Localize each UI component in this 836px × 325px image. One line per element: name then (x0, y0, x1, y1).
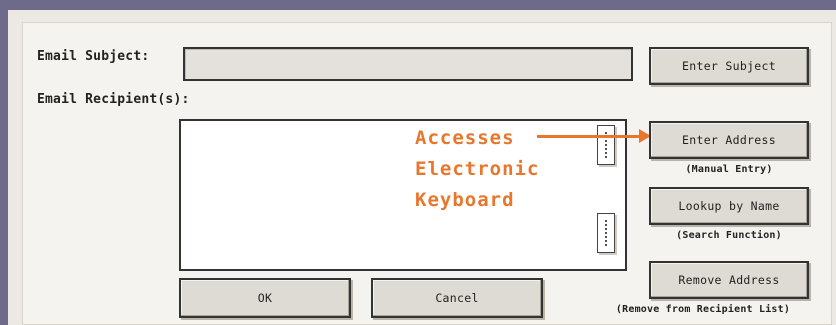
enter-address-button[interactable]: Enter Address (649, 121, 809, 159)
enter-subject-button[interactable]: Enter Subject (649, 47, 809, 85)
annotation-arrow-line (537, 135, 641, 138)
keyboard-annotation: Accesses Electronic Keyboard (415, 123, 539, 216)
annotation-line-1: Accesses (415, 127, 515, 149)
lookup-by-name-note: (Search Function) (676, 230, 782, 241)
enter-address-note: (Manual Entry) (685, 164, 773, 175)
scroll-up-button[interactable] (597, 125, 615, 165)
annotation-line-2: Electronic (415, 158, 540, 180)
lookup-by-name-button[interactable]: Lookup by Name (649, 187, 809, 225)
cancel-button[interactable]: Cancel (371, 278, 543, 318)
email-dialog: Email Subject: Enter Subject Email Recip… (22, 22, 832, 325)
remove-address-note: (Remove from Recipient List) (615, 304, 791, 315)
annotation-line-3: Keyboard (415, 189, 515, 211)
recipients-label: Email Recipient(s): (37, 92, 190, 107)
scroll-down-button[interactable] (597, 213, 615, 253)
remove-address-button[interactable]: Remove Address (649, 261, 809, 299)
recipient-list[interactable] (179, 119, 627, 271)
subject-field[interactable] (183, 47, 633, 81)
ok-button[interactable]: OK (179, 278, 351, 318)
dialog-frame: Email Subject: Enter Subject Email Recip… (8, 10, 836, 325)
subject-label: Email Subject: (37, 49, 150, 64)
